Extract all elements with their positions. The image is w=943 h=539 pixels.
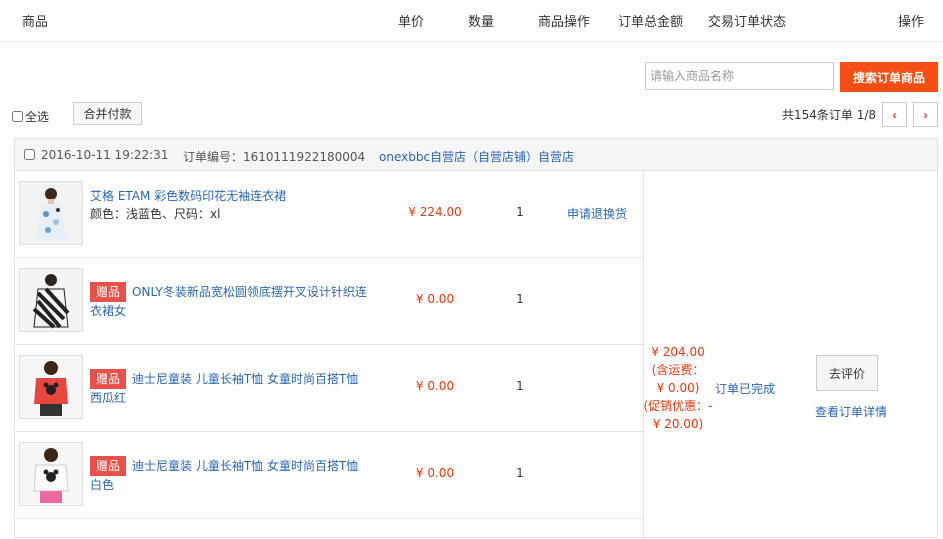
header-product: 商品 bbox=[22, 15, 49, 30]
next-page-button[interactable]: › bbox=[913, 102, 938, 127]
prev-page-button[interactable]: ‹ bbox=[882, 102, 907, 127]
order-time: 2016-10-11 19:22:31 bbox=[41, 148, 169, 162]
review-button[interactable]: 去评价 bbox=[816, 355, 878, 391]
order-checkbox[interactable] bbox=[24, 149, 35, 160]
header-quantity: 数量 bbox=[468, 15, 495, 30]
gift-badge: 赠品 bbox=[90, 456, 127, 476]
product-title-link[interactable]: 赠品 ONLY冬装新品宽松圆领底摆开叉设计针织连衣裙女 bbox=[90, 282, 370, 321]
product-thumbnail[interactable] bbox=[19, 442, 83, 506]
gift-badge: 赠品 bbox=[90, 282, 127, 302]
product-title-text[interactable]: 迪士尼童装 儿童长袖T恤 女童时尚百搭T恤白色 bbox=[90, 459, 358, 492]
product-title-text[interactable]: ONLY冬装新品宽松圆领底摆开叉设计针织连衣裙女 bbox=[90, 285, 367, 318]
shipping-label: (含运费： bbox=[651, 363, 705, 377]
product-attrs: 颜色：浅蓝色、尺码：xl bbox=[90, 207, 221, 221]
order-total-summary: ¥ 204.00 (含运费： ¥ 0.00) (促销优惠：- ¥ 20.00) bbox=[643, 343, 713, 433]
item-qty: 1 bbox=[516, 466, 524, 480]
gift-badge: 赠品 bbox=[90, 369, 127, 389]
product-thumbnail[interactable] bbox=[19, 181, 83, 245]
select-all-checkbox[interactable] bbox=[12, 111, 23, 122]
order-detail-link[interactable]: 查看订单详情 bbox=[815, 403, 887, 420]
order-item-row: 赠品 迪士尼童装 儿童长袖T恤 女童时尚百搭T恤西瓜红 ¥ 0.00 1 bbox=[15, 345, 643, 432]
product-title-link[interactable]: 赠品 迪士尼童装 儿童长袖T恤 女童时尚百搭T恤白色 bbox=[90, 456, 370, 495]
pager-info: 共154条订单 1/8 bbox=[782, 108, 877, 122]
order-status[interactable]: 订单已完成 bbox=[715, 380, 775, 397]
order-item-row: 赠品 迪士尼童装 儿童长袖T恤 女童时尚百搭T恤白色 ¥ 0.00 1 bbox=[15, 432, 643, 519]
order-card: 2016-10-11 19:22:31 订单编号：161011192218000… bbox=[14, 138, 938, 539]
item-price: ¥ 224.00 bbox=[408, 205, 462, 219]
item-price: ¥ 0.00 bbox=[415, 292, 455, 306]
request-return-link[interactable]: 申请退换货 bbox=[567, 205, 627, 222]
item-price: ¥ 0.00 bbox=[415, 466, 455, 480]
order-item-row: 艾格 ETAM 彩色数码印花无袖连衣裙 颜色：浅蓝色、尺码：xl ¥ 224.0… bbox=[15, 171, 643, 258]
item-price: ¥ 0.00 bbox=[415, 379, 455, 393]
order-item-row: 赠品 ONLY冬装新品宽松圆领底摆开叉设计针织连衣裙女 ¥ 0.00 1 bbox=[15, 258, 643, 345]
table-header: 商品 单价 数量 商品操作 订单总金额 交易订单状态 操作 bbox=[0, 0, 943, 42]
shop-link[interactable]: onexbbc自营店（自营店铺）自营店 bbox=[379, 148, 574, 165]
select-all-label: 全选 bbox=[25, 110, 50, 124]
header-ops: 操作 bbox=[898, 15, 925, 30]
item-qty: 1 bbox=[516, 292, 524, 306]
order-number: 订单编号：1610111922180004 bbox=[183, 150, 366, 164]
header-unit-price: 单价 bbox=[398, 15, 425, 30]
product-thumbnail[interactable] bbox=[19, 268, 83, 332]
search-order-button[interactable]: 搜索订单商品 bbox=[840, 62, 938, 92]
product-title-text[interactable]: 迪士尼童装 儿童长袖T恤 女童时尚百搭T恤西瓜红 bbox=[90, 372, 358, 405]
shipping-value: ¥ 0.00) bbox=[656, 381, 700, 395]
item-qty: 1 bbox=[516, 379, 524, 393]
order-header: 2016-10-11 19:22:31 订单编号：161011192218000… bbox=[15, 139, 937, 171]
select-all[interactable]: 全选 bbox=[12, 108, 49, 125]
search-input[interactable] bbox=[645, 62, 834, 90]
header-trade-status: 交易订单状态 bbox=[708, 15, 787, 30]
product-title-link[interactable]: 艾格 ETAM 彩色数码印花无袖连衣裙 bbox=[90, 187, 370, 206]
product-thumbnail[interactable] bbox=[19, 355, 83, 419]
promo-label: (促销优惠：- bbox=[643, 399, 713, 413]
promo-value: ¥ 20.00) bbox=[652, 417, 704, 431]
header-product-ops: 商品操作 bbox=[538, 15, 591, 30]
product-title-link[interactable]: 赠品 迪士尼童装 儿童长袖T恤 女童时尚百搭T恤西瓜红 bbox=[90, 369, 370, 408]
header-order-total: 订单总金额 bbox=[618, 15, 684, 30]
item-qty: 1 bbox=[516, 205, 524, 219]
order-total: ¥ 204.00 bbox=[651, 345, 705, 359]
merge-pay-button[interactable]: 合并付款 bbox=[73, 102, 142, 125]
